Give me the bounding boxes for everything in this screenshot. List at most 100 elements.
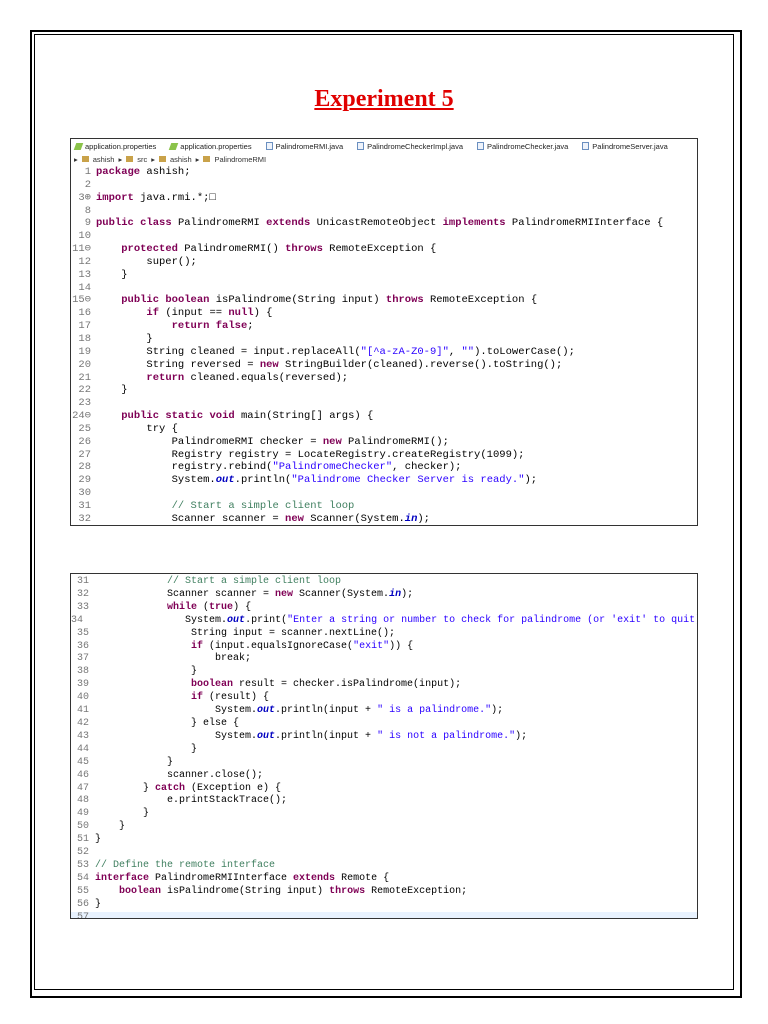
line-number: 50: [76, 821, 89, 833]
code-line: 21 return cleaned.equals(reversed);: [71, 372, 697, 385]
code-line: 27 Registry registry = LocateRegistry.cr…: [71, 449, 697, 462]
line-number: 35: [76, 627, 89, 639]
line-number: 21: [78, 371, 91, 384]
code-text: scanner.close();: [95, 769, 264, 781]
code-text: }: [95, 756, 174, 768]
code-line: 26 PalindromeRMI checker = new Palindrom…: [71, 436, 697, 449]
code-text: public class PalindromeRMI extends Unica…: [96, 217, 664, 230]
line-number: 41: [76, 705, 89, 717]
code-line: 46 scanner.close();: [71, 770, 697, 783]
line-number: 51: [76, 834, 89, 846]
code-text: Scanner scanner = new Scanner(System.in)…: [96, 512, 430, 525]
line-number: 31: [78, 499, 91, 512]
code-text: if (input.equalsIgnoreCase("exit")) {: [191, 640, 414, 652]
breadcrumb-item[interactable]: ashish: [170, 155, 192, 164]
code-text: Registry registry = LocateRegistry.creat…: [96, 448, 525, 461]
code-line: 9 public class PalindromeRMI extends Unic…: [71, 217, 697, 230]
line-number: 23: [78, 397, 91, 410]
code-text: String input = scanner.nextLine();: [95, 627, 396, 639]
line-number: 37: [76, 653, 89, 665]
code-line: 50 }: [71, 821, 697, 834]
line-number: 31: [76, 576, 89, 587]
code-text: while (true) {: [167, 601, 252, 613]
line-number: 32: [78, 512, 91, 525]
code-text: e.printStackTrace();: [95, 795, 288, 807]
line-number: 40: [76, 692, 89, 704]
line-number: 10: [78, 230, 91, 243]
tab-label: PalindromeServer.java: [592, 141, 668, 151]
breadcrumb: ▸ ashish ▸ src ▸ ashish ▸ PalindromeRMI: [71, 153, 697, 165]
code-text: }: [95, 898, 102, 910]
line-number: 56: [76, 898, 89, 910]
java-file-icon: [265, 142, 273, 150]
chevron-right-icon: ▸: [118, 154, 123, 164]
tab-3[interactable]: PalindromeCheckerImpl.java: [357, 142, 463, 151]
tab-5[interactable]: PalindromeServer.java: [582, 141, 668, 151]
code-text: import java.rmi.*;□: [96, 191, 216, 204]
code-text: }: [95, 834, 102, 846]
code-line: 36 if (input.equalsIgnoreCase("exit")) {: [71, 641, 697, 654]
line-number: 29: [78, 474, 91, 487]
code-line: 2: [71, 179, 697, 192]
line-number: 55: [76, 885, 89, 897]
code-text: return false;: [171, 320, 254, 333]
code-line: 38 }: [71, 666, 697, 679]
code-line: 3⊕ import java.rmi.*;□: [71, 192, 697, 205]
editor-tabs: application.properties application.proper…: [71, 139, 697, 153]
code-text: // Start a simple client loop: [171, 499, 355, 512]
line-number: 9: [84, 217, 91, 230]
code-line: 53 // Define the remote interface: [71, 860, 697, 873]
breadcrumb-item[interactable]: ashish: [93, 155, 115, 164]
code-line: 14: [71, 282, 697, 295]
line-number: 18: [78, 332, 91, 345]
code-text: public boolean isPalindrome(String input…: [121, 294, 538, 307]
code-text: super();: [96, 255, 197, 268]
code-line: 41 System.out.println(input + " is a pal…: [71, 705, 697, 718]
code-line: 17 return false;: [71, 320, 697, 333]
code-text: if (result) {: [191, 692, 270, 704]
line-number: 47: [76, 782, 89, 794]
code-text: try {: [96, 422, 178, 435]
line-number: 39: [76, 679, 89, 691]
code-line: 47 } catch (Exception e) {: [71, 783, 697, 796]
folder-icon: [81, 156, 89, 162]
line-number: 52: [76, 847, 89, 859]
line-number: 1: [84, 166, 91, 178]
code-line: 37 break;: [71, 653, 697, 666]
code-screenshot-2: 31 // Start a simple client loop 32 Scann…: [70, 573, 698, 919]
code-line: 11⊖ protected PalindromeRMI() throws Rem…: [71, 243, 697, 256]
tab-label: PalindromeChecker.java: [487, 141, 569, 151]
folder-icon: [203, 156, 211, 162]
code-line: 55 boolean isPalindrome(String input) th…: [71, 886, 697, 899]
code-text: package ashish;: [96, 166, 191, 178]
tab-1[interactable]: application.properties: [169, 141, 252, 151]
code-editor: 1 package ashish; 2 3⊕ import java.rmi.*;□ 8 9…: [71, 166, 697, 525]
code-text: }: [96, 332, 153, 345]
code-line: 33 while (true) {: [71, 602, 697, 615]
code-line: 12 super();: [71, 256, 697, 269]
code-line: 39 boolean result = checker.isPalindrome…: [71, 679, 697, 692]
code-line: 23: [71, 397, 697, 410]
tab-label: application.properties: [180, 141, 252, 151]
folder-icon: [126, 156, 134, 162]
code-text: }: [96, 268, 128, 281]
code-text: registry.rebind("PalindromeChecker", che…: [96, 461, 462, 474]
code-text: } catch (Exception e) {: [95, 782, 282, 794]
tab-0[interactable]: application.properties: [73, 142, 156, 151]
tab-4[interactable]: PalindromeChecker.java: [477, 142, 568, 151]
code-line: 8: [71, 205, 697, 218]
java-file-icon: [477, 142, 484, 150]
line-number: 43: [76, 730, 89, 742]
code-line: 34 System.out.print("Enter a string or n…: [71, 615, 697, 628]
line-number: 26: [78, 435, 91, 448]
line-number: 16: [78, 307, 91, 320]
code-text: }: [95, 666, 198, 678]
line-number: 44: [76, 743, 89, 755]
code-text: } else {: [95, 717, 240, 729]
code-line: 43 System.out.println(input + " is not a…: [71, 731, 697, 744]
code-text: boolean isPalindrome(String input) throw…: [119, 885, 468, 897]
tab-2[interactable]: PalindromeRMI.java: [265, 142, 343, 151]
breadcrumb-item[interactable]: PalindromeRMI: [214, 155, 266, 164]
code-text: // Define the remote interface: [95, 859, 276, 871]
breadcrumb-item[interactable]: src: [137, 155, 147, 164]
